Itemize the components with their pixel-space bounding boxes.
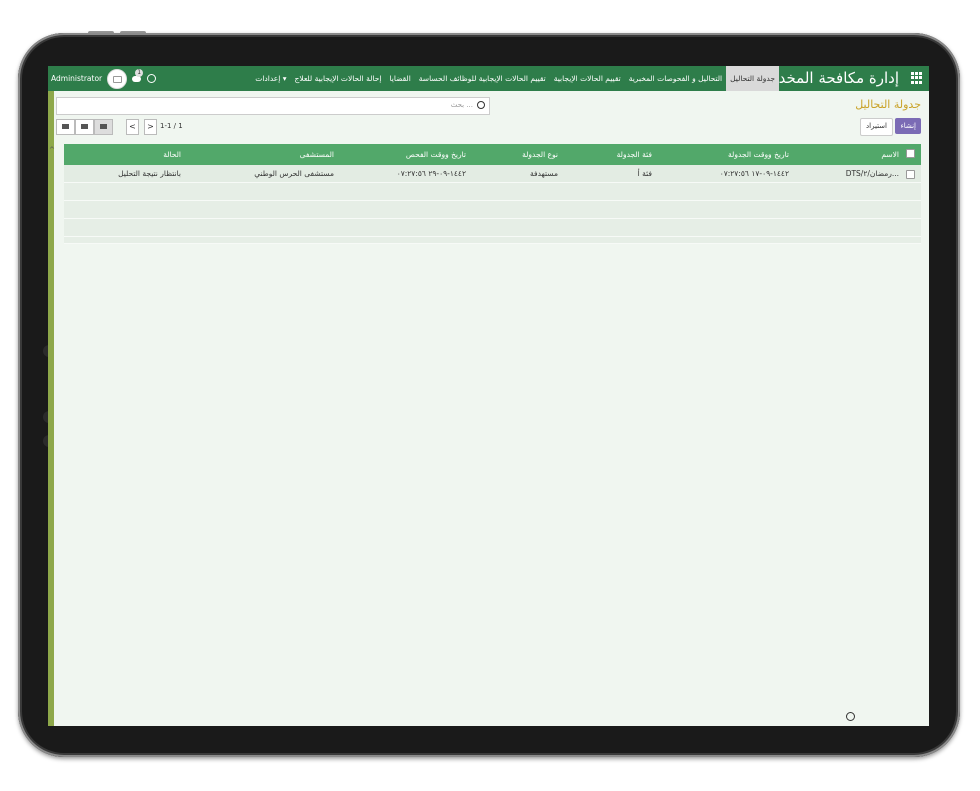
- user-area: Administrator 1: [51, 66, 157, 91]
- left-accent-strip: [48, 91, 54, 726]
- pager-prev-button[interactable]: <: [126, 119, 139, 135]
- user-name[interactable]: Administrator: [51, 74, 102, 83]
- menu-item-schedule[interactable]: جدولة التحاليل: [726, 66, 779, 91]
- create-button[interactable]: إنشاء: [895, 118, 921, 134]
- import-button[interactable]: استيراد: [860, 118, 893, 136]
- cell-exam-date: ١٤٤٢-٠٩-٢٩ ٠٧:٢٧:٥٦: [396, 169, 466, 178]
- scroll-up-icon[interactable]: ^: [49, 146, 55, 154]
- cell-type: مستهدفة: [530, 169, 558, 178]
- menu-item-positive-eval[interactable]: تقييم الحالات الإيجابية: [550, 66, 625, 91]
- kanban-view-icon[interactable]: [75, 119, 94, 135]
- cell-category: فئة أ: [637, 169, 652, 178]
- menu-item-cases[interactable]: القضايا: [385, 66, 414, 91]
- cell-hospital: مستشفى الحرس الوطني: [254, 169, 334, 178]
- col-hospital[interactable]: المستشفى: [300, 150, 334, 159]
- col-exam-date[interactable]: تاريخ ووقت الفحص: [406, 150, 466, 159]
- pager-text[interactable]: 1-1 / 1: [160, 122, 183, 130]
- pager-next-button[interactable]: >: [144, 119, 157, 135]
- chat-badge: 1: [135, 69, 144, 77]
- search-icon[interactable]: [477, 101, 485, 109]
- cell-name: DTS/رمضان/٢...: [845, 169, 899, 178]
- menu-item-lab-tests[interactable]: التحاليل و الفحوصات المخبرية: [625, 66, 726, 91]
- cell-status: بانتظار نتيجة التحليل: [118, 169, 181, 178]
- list-view-icon[interactable]: [94, 119, 113, 135]
- chat-icon[interactable]: 1: [132, 69, 144, 83]
- schedule-table: الاسم تاريخ ووقت الجدولة فئة الجدولة نوع…: [64, 144, 921, 244]
- table-row[interactable]: DTS/رمضان/٢... ١٤٤٢-٠٩-١٧ ٠٧:٢٧:٥٦ فئة أ…: [64, 165, 921, 183]
- empty-row: [64, 237, 921, 244]
- col-schedule-date[interactable]: تاريخ ووقت الجدولة: [728, 150, 789, 159]
- cell-schedule-date: ١٤٤٢-٠٩-١٧ ٠٧:٢٧:٥٦: [719, 169, 789, 178]
- main-menu: جدولة التحاليل التحاليل و الفحوصات المخب…: [251, 66, 779, 91]
- table-header: الاسم تاريخ ووقت الجدولة فئة الجدولة نوع…: [64, 144, 921, 165]
- col-category[interactable]: فئة الجدولة: [617, 150, 652, 159]
- top-navbar: إدارة مكافحة المخدرات جدولة التحاليل الت…: [48, 66, 929, 91]
- app-screen: إدارة مكافحة المخدرات جدولة التحاليل الت…: [48, 66, 929, 726]
- col-type[interactable]: نوع الجدولة: [522, 150, 558, 159]
- col-name[interactable]: الاسم: [881, 150, 899, 159]
- row-checkbox[interactable]: [906, 170, 915, 179]
- clock-icon[interactable]: [147, 74, 157, 83]
- avatar[interactable]: [107, 68, 128, 89]
- select-all-checkbox[interactable]: [906, 149, 915, 158]
- menu-item-referral[interactable]: إحالة الحالات الإيجابية للعلاج: [291, 66, 386, 91]
- page-title: جدولة التحاليل: [855, 98, 921, 111]
- empty-row: [64, 201, 921, 219]
- calendar-view-icon[interactable]: [56, 119, 75, 135]
- search-placeholder: بحث ...: [450, 101, 473, 109]
- empty-row: [64, 183, 921, 201]
- apps-grid-icon[interactable]: [911, 72, 923, 84]
- empty-row: [64, 219, 921, 237]
- col-status[interactable]: الحالة: [163, 150, 181, 159]
- menu-item-sensitive-jobs[interactable]: تقييم الحالات الإيجابية للوظائف الحساسة: [415, 66, 550, 91]
- search-input[interactable]: بحث ...: [56, 97, 490, 115]
- view-switcher: [56, 119, 113, 135]
- menu-item-settings[interactable]: إعدادات ▾: [251, 66, 290, 91]
- support-icon[interactable]: [846, 712, 855, 721]
